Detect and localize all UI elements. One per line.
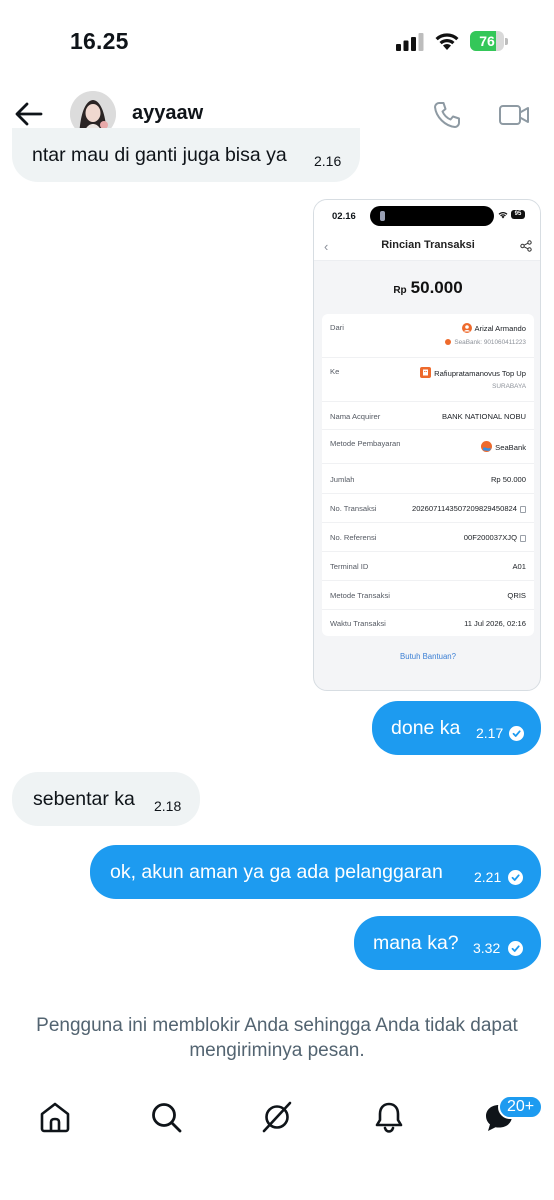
copy-icon	[520, 534, 526, 542]
to-label: Ke	[330, 367, 340, 376]
dynamic-island	[370, 206, 494, 226]
message-time: 2.16	[314, 153, 342, 169]
from-name: Arizal Armando	[461, 323, 526, 333]
from-account: SeaBank: 901060411223	[445, 339, 526, 346]
message-time: 2.21	[474, 869, 502, 885]
trx-no-value: 20260711435072098294508​24	[412, 504, 526, 513]
phone-call-icon[interactable]	[432, 100, 462, 130]
payment-method-value: SeaBank	[481, 441, 526, 452]
ref-no-value: 00F200037XJQ	[464, 533, 526, 542]
receipt-title: Rincian Transaksi	[381, 239, 475, 251]
status-time: 16.25	[70, 28, 129, 54]
message-text: ntar mau di ganti juga bisa ya	[32, 144, 287, 166]
acquirer-label: Nama Acquirer	[330, 412, 381, 421]
receipt-wifi-icon	[498, 212, 508, 219]
chat-username[interactable]: ayyaaw	[132, 102, 203, 125]
message-time: 2.17	[476, 725, 504, 741]
incoming-message-bubble[interactable]: ntar mau di ganti juga bisa ya 2.16	[12, 128, 360, 182]
acquirer-value: BANK NATIONAL NOBU	[442, 412, 526, 421]
battery-icon: 76	[470, 31, 508, 51]
message-text: ok, akun aman ya ga ada pelanggaran	[110, 861, 443, 883]
read-check-icon	[508, 870, 523, 885]
trx-method-value: QRIS	[507, 591, 526, 600]
outgoing-message-bubble[interactable]: done ka 2.17	[372, 701, 541, 755]
battery-percentage: 76	[479, 33, 495, 49]
message-time: 2.18	[154, 798, 182, 814]
message-text: mana ka?	[373, 932, 459, 954]
outgoing-message-bubble[interactable]: ok, akun aman ya ga ada pelanggaran 2.21	[90, 845, 541, 899]
notifications-bell-icon[interactable]	[372, 1100, 406, 1134]
seabank-logo-icon	[481, 441, 493, 452]
message-text: sebentar ka	[33, 788, 135, 810]
message-text: done ka	[391, 717, 461, 739]
back-arrow-icon[interactable]	[14, 100, 44, 128]
total-label: Jumlah	[330, 475, 355, 484]
search-icon[interactable]	[149, 1100, 183, 1134]
total-value: Rp 50.000	[490, 475, 526, 484]
from-label: Dari	[330, 323, 344, 332]
to-name: Rafiupratamanovus Top Up	[420, 367, 526, 378]
trx-no-label: No. Transaksi	[330, 504, 377, 513]
receipt-details-card: Dari Arizal Armando SeaBank: 90106041122…	[322, 314, 534, 636]
merchant-icon	[420, 367, 432, 378]
receipt-amount: Rp 50.000	[393, 278, 463, 297]
wifi-icon	[435, 33, 459, 50]
outgoing-message-bubble[interactable]: mana ka? 3.32	[354, 916, 541, 970]
bottom-navigation	[0, 1085, 554, 1155]
terminal-label: Terminal ID	[330, 562, 369, 571]
ref-no-label: No. Referensi	[330, 533, 377, 542]
copy-icon	[520, 505, 526, 513]
trx-time-value: 11 Jul 2026, 02:16	[464, 619, 526, 628]
video-call-icon[interactable]	[498, 102, 530, 128]
blocked-notice: Pengguna ini memblokir Anda sehingga And…	[36, 1015, 518, 1061]
to-city: SURABAYA	[492, 383, 526, 390]
share-icon	[520, 240, 532, 252]
trx-time-label: Waktu Transaksi	[330, 619, 386, 628]
receipt-battery-icon: 95	[511, 210, 525, 219]
receipt-status-time: 02.16	[332, 211, 356, 222]
read-check-icon	[509, 726, 524, 741]
grok-icon[interactable]	[260, 1100, 294, 1134]
cellular-signal-icon	[396, 33, 424, 51]
home-icon[interactable]	[38, 1100, 72, 1134]
help-link: Butuh Bantuan?	[400, 652, 456, 661]
read-check-icon	[508, 941, 523, 956]
incoming-message-bubble[interactable]: sebentar ka 2.18	[12, 772, 200, 826]
terminal-value: A01	[512, 562, 526, 571]
user-icon	[461, 323, 472, 333]
status-bar: 16.25 76	[0, 0, 554, 80]
messages-badge: 20+	[498, 1095, 544, 1119]
trx-method-label: Metode Transaksi	[330, 591, 390, 600]
transaction-receipt-image[interactable]: 02.16 95 ‹ Rincian Transaksi Rp 50.000 Da…	[313, 199, 541, 691]
message-time: 3.32	[473, 940, 501, 956]
payment-method-label: Metode Pembayaran	[330, 439, 401, 448]
